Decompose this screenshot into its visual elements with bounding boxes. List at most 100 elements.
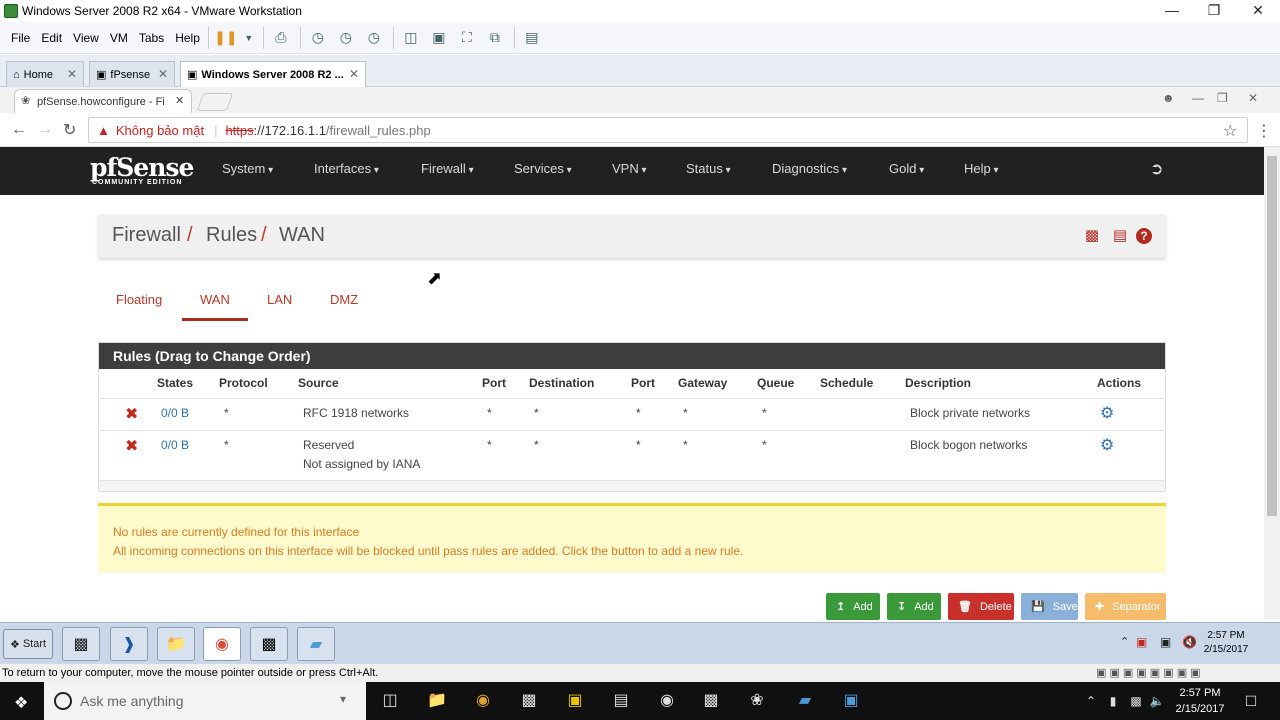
server-manager-icon[interactable]: ▩ xyxy=(62,627,100,661)
device-icons[interactable]: ▣ ▣ ▣ ▣ ▣ ▣ ▣ ▣ xyxy=(1096,664,1201,682)
nav-system[interactable]: System xyxy=(222,161,273,176)
nav-services[interactable]: Services xyxy=(514,161,572,176)
log-icon[interactable]: ▤ xyxy=(1111,228,1129,244)
bookmark-star-icon[interactable]: ☆ xyxy=(1223,121,1237,141)
windows-start-icon[interactable]: ❖ xyxy=(14,693,28,713)
chrome-tab-pfsense[interactable]: ❀ pfSense.howconfigure - Fi ✕ xyxy=(14,89,192,113)
tray-expand-icon[interactable]: ⌃ xyxy=(1080,690,1102,712)
restore-button[interactable]: ❐ xyxy=(1192,0,1236,22)
rule-states[interactable]: 0/0 B xyxy=(161,406,189,420)
reload-icon[interactable]: ↻ xyxy=(63,120,76,140)
separator-button[interactable]: ✚ Separator xyxy=(1085,593,1166,620)
notepad-icon[interactable]: ▤ xyxy=(610,690,632,712)
cmd-icon[interactable]: ▩ xyxy=(250,627,288,661)
start-button[interactable]: ❖ Start xyxy=(3,629,53,659)
restore-browser-button[interactable]: ❐ xyxy=(1217,91,1228,105)
new-tab-button[interactable] xyxy=(196,93,234,111)
explorer-icon[interactable]: 📁 xyxy=(157,627,195,661)
thumbnail-icon[interactable]: ▣ xyxy=(428,27,450,49)
nav-diagnostics[interactable]: Diagnostics xyxy=(772,161,847,176)
app-icon[interactable]: ▰ xyxy=(794,690,816,712)
nav-vpn[interactable]: VPN xyxy=(612,161,647,176)
menu-file[interactable]: File xyxy=(11,31,30,45)
file-explorer-icon[interactable]: 📁 xyxy=(426,690,448,712)
add-bottom-button[interactable]: ↧ Add xyxy=(887,593,941,620)
tray-volume-icon[interactable]: 🔇 xyxy=(1182,635,1197,649)
task-view-icon[interactable]: ◫ xyxy=(379,690,401,712)
pause-icon[interactable]: ❚❚ xyxy=(214,27,237,49)
chrome-icon[interactable]: ◉ xyxy=(203,627,241,661)
app-icon[interactable]: ▰ xyxy=(297,627,335,661)
tab-lan[interactable]: LAN xyxy=(267,292,292,307)
nav-gold[interactable]: Gold xyxy=(889,161,924,176)
menu-edit[interactable]: Edit xyxy=(41,31,62,45)
nav-interfaces[interactable]: Interfaces xyxy=(314,161,379,176)
minimize-browser-button[interactable]: — xyxy=(1192,91,1204,105)
network-icon[interactable]: ▩ xyxy=(1125,690,1147,712)
app-icon[interactable]: ❀ xyxy=(746,690,768,712)
menu-vm[interactable]: VM xyxy=(110,31,128,45)
tab-home[interactable]: ⌂ Home ✕ xyxy=(6,61,84,87)
library-icon[interactable]: ◫ xyxy=(400,27,422,49)
battery-icon[interactable]: ▮ xyxy=(1102,690,1124,712)
menu-help[interactable]: Help xyxy=(175,31,200,45)
address-bar[interactable]: ▲ Không bảo mật | https ://172.16.1.1 /f… xyxy=(88,117,1248,143)
tab-fpsense[interactable]: ▣ fPsense ✕ xyxy=(89,61,175,87)
snapshot-manager-icon[interactable]: ◷ xyxy=(363,27,385,49)
forward-icon[interactable]: → xyxy=(37,121,53,139)
rule-states[interactable]: 0/0 B xyxy=(161,438,189,452)
close-window-button[interactable]: ✕ xyxy=(1236,0,1280,22)
nav-firewall[interactable]: Firewall xyxy=(421,161,474,176)
close-tab-icon[interactable]: ✕ xyxy=(67,67,77,81)
delete-button[interactable]: 🗑 Delete xyxy=(948,593,1014,620)
snapshot-icon[interactable]: ◷ xyxy=(307,27,329,49)
app-icon[interactable]: ◉ xyxy=(656,690,678,712)
send-keys-icon[interactable]: ⎙ xyxy=(270,27,292,49)
add-top-button[interactable]: ↥ Add xyxy=(826,593,880,620)
unity-icon[interactable]: ⧉ xyxy=(484,27,506,49)
revert-snapshot-icon[interactable]: ◷ xyxy=(335,27,357,49)
console-view-icon[interactable]: ▤ xyxy=(521,27,543,49)
chart-icon[interactable]: ▩ xyxy=(1083,228,1101,244)
tab-wan[interactable]: WAN xyxy=(200,292,230,307)
back-icon[interactable]: ← xyxy=(11,121,27,139)
tray-network-icon[interactable]: ▣ xyxy=(1136,635,1147,649)
tray-expand-icon[interactable]: ⌃ xyxy=(1120,635,1129,648)
chevron-down-icon[interactable]: ▼ xyxy=(243,27,255,49)
crumb-rules[interactable]: Rules xyxy=(206,224,257,247)
save-button[interactable]: 💾 Save xyxy=(1021,593,1078,620)
close-tab-icon[interactable]: ✕ xyxy=(158,67,168,81)
logout-icon[interactable]: ➲ xyxy=(1150,159,1163,179)
crumb-firewall[interactable]: Firewall xyxy=(112,224,181,247)
fullscreen-icon[interactable]: ⛶ xyxy=(456,27,478,49)
close-tab-icon[interactable]: ✕ xyxy=(175,94,184,107)
tray-monitor-icon[interactable]: ▣ xyxy=(1160,635,1171,649)
close-tab-icon[interactable]: ✕ xyxy=(349,67,359,81)
profile-icon[interactable]: ☻ xyxy=(1162,91,1175,105)
tab-dmz[interactable]: DMZ xyxy=(330,292,358,307)
host-clock[interactable]: 2:57 PM 2/15/2017 xyxy=(1170,685,1230,717)
chrome-menu-icon[interactable]: ⋮ xyxy=(1256,121,1272,141)
tab-floating[interactable]: Floating xyxy=(116,292,162,307)
guest-clock[interactable]: 2:57 PM 2/15/2017 xyxy=(1196,629,1256,657)
cmd-icon[interactable]: ▩ xyxy=(700,690,722,712)
microphone-icon[interactable]: ▾ xyxy=(340,692,346,706)
menu-view[interactable]: View xyxy=(73,31,99,45)
nav-status[interactable]: Status xyxy=(686,161,731,176)
vmware-icon[interactable]: ▣ xyxy=(564,690,586,712)
cortana-search[interactable]: Ask me anything ▾ xyxy=(44,682,366,720)
powershell-icon[interactable]: ❱ xyxy=(110,627,148,661)
gear-icon[interactable]: ⚙ xyxy=(1100,403,1114,423)
help-icon[interactable]: ? xyxy=(1136,228,1152,244)
pfsense-logo[interactable]: pfSense xyxy=(90,153,194,182)
gear-icon[interactable]: ⚙ xyxy=(1100,435,1114,455)
app-icon[interactable]: ▣ xyxy=(840,690,862,712)
notification-icon[interactable]: ☐ xyxy=(1240,690,1262,712)
tab-windows-server[interactable]: ▣ Windows Server 2008 R2 ... ✕ xyxy=(180,61,366,87)
page-scrollbar-thumb[interactable] xyxy=(1267,156,1277,516)
close-browser-button[interactable]: ✕ xyxy=(1248,91,1258,105)
app-icon[interactable]: ▩ xyxy=(518,690,540,712)
menu-tabs[interactable]: Tabs xyxy=(139,31,164,45)
volume-icon[interactable]: 🔈 xyxy=(1146,690,1168,712)
chrome-icon[interactable]: ◉ xyxy=(472,690,494,712)
